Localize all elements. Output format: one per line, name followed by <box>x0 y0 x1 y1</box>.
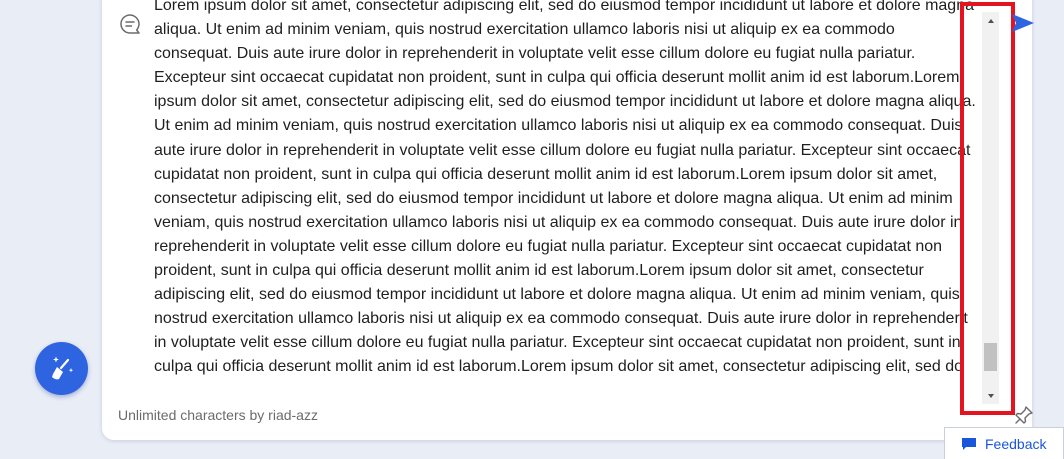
message-icon <box>962 437 976 450</box>
feedback-label: Feedback <box>985 435 1047 452</box>
clear-chat-button[interactable] <box>35 342 88 395</box>
textarea-scrollbar[interactable] <box>982 12 999 404</box>
message-textarea[interactable]: Lorem ipsum dolor sit amet, consectetur … <box>154 0 977 399</box>
pin-icon[interactable] <box>1013 404 1035 426</box>
chat-bubble-icon <box>118 12 142 36</box>
broom-sparkle-icon <box>51 356 73 379</box>
character-limit-note: Unlimited characters by riad-azz <box>118 407 318 423</box>
scrollbar-thumb[interactable] <box>984 343 997 371</box>
feedback-button[interactable]: Feedback <box>944 427 1064 459</box>
send-icon[interactable] <box>1010 12 1036 34</box>
scroll-up-arrow[interactable] <box>982 12 999 29</box>
scroll-down-arrow[interactable] <box>982 387 999 404</box>
